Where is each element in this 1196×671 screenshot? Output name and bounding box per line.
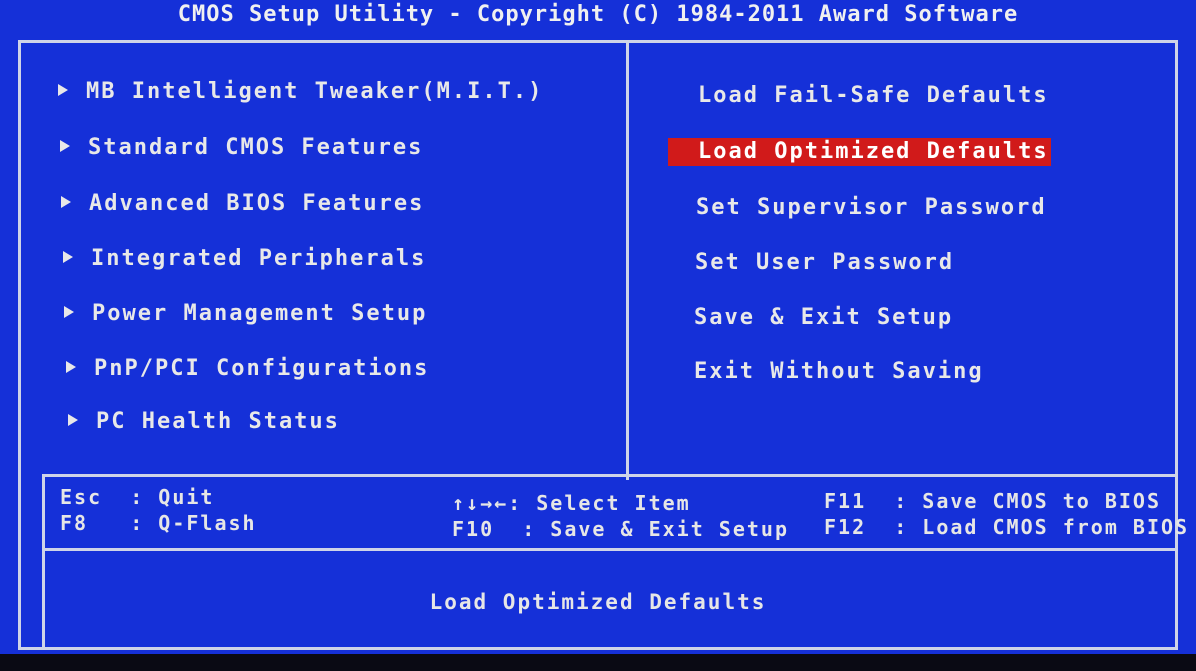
keyhelp-f8: F8 : Q-Flash <box>60 511 257 535</box>
frame-right <box>1175 40 1178 650</box>
menu-item-power-management[interactable]: Power Management Setup <box>64 300 427 328</box>
menu-item-standard-cmos[interactable]: Standard CMOS Features <box>60 134 423 162</box>
frame-bottom <box>18 647 1178 650</box>
menu-item-load-fail-safe[interactable]: Load Fail-Safe Defaults <box>698 82 1049 110</box>
status-separator <box>42 548 1178 551</box>
submenu-arrow-icon <box>64 306 74 318</box>
menu-item-set-user-password[interactable]: Set User Password <box>695 249 954 277</box>
bios-screen <box>0 34 1196 654</box>
menu-item-advanced-bios[interactable]: Advanced BIOS Features <box>61 190 424 218</box>
submenu-arrow-icon <box>60 140 70 152</box>
keyhelp-col3: F11 : Save CMOS to BIOS F12 : Load CMOS … <box>824 488 1189 540</box>
menu-item-pc-health[interactable]: PC Health Status <box>68 408 340 436</box>
keyhelp-separator-top <box>42 474 1178 477</box>
menu-item-exit-without-saving[interactable]: Exit Without Saving <box>694 358 984 386</box>
keyhelp-f11: F11 : Save CMOS to BIOS <box>824 489 1161 513</box>
submenu-arrow-icon <box>58 84 68 96</box>
frame-left <box>18 40 21 650</box>
keyhelp-col1: Esc : Quit F8 : Q-Flash <box>60 484 257 536</box>
frame-top <box>18 40 1178 43</box>
window-title: CMOS Setup Utility - Copyright (C) 1984-… <box>0 0 1196 34</box>
keyhelp-select: ↑↓→←: Select Item <box>452 491 691 515</box>
keyhelp-f12: F12 : Load CMOS from BIOS <box>824 515 1190 539</box>
submenu-arrow-icon <box>63 251 73 263</box>
menu-item-pnp-pci[interactable]: PnP/PCI Configurations <box>66 355 429 383</box>
keyhelp-separator-left <box>42 474 45 650</box>
status-bar-text: Load Optimized Defaults <box>429 590 767 614</box>
menu-item-save-exit[interactable]: Save & Exit Setup <box>694 304 953 332</box>
menu-item-set-supervisor-password[interactable]: Set Supervisor Password <box>696 194 1047 222</box>
keyhelp-esc: Esc : Quit <box>60 485 215 509</box>
submenu-arrow-icon <box>61 196 71 208</box>
menu-item-integrated-peripherals[interactable]: Integrated Peripherals <box>63 245 426 273</box>
menu-item-mit[interactable]: MB Intelligent Tweaker(M.I.T.) <box>58 78 543 106</box>
submenu-arrow-icon <box>68 414 78 426</box>
menu-item-load-optimized[interactable]: Load Optimized Defaults <box>668 138 1051 166</box>
keyhelp-f10: F10 : Save & Exit Setup <box>452 517 789 541</box>
keyhelp-col2: ↑↓→←: Select Item F10 : Save & Exit Setu… <box>452 490 789 542</box>
submenu-arrow-icon <box>66 361 76 373</box>
menu-divider <box>626 40 629 480</box>
